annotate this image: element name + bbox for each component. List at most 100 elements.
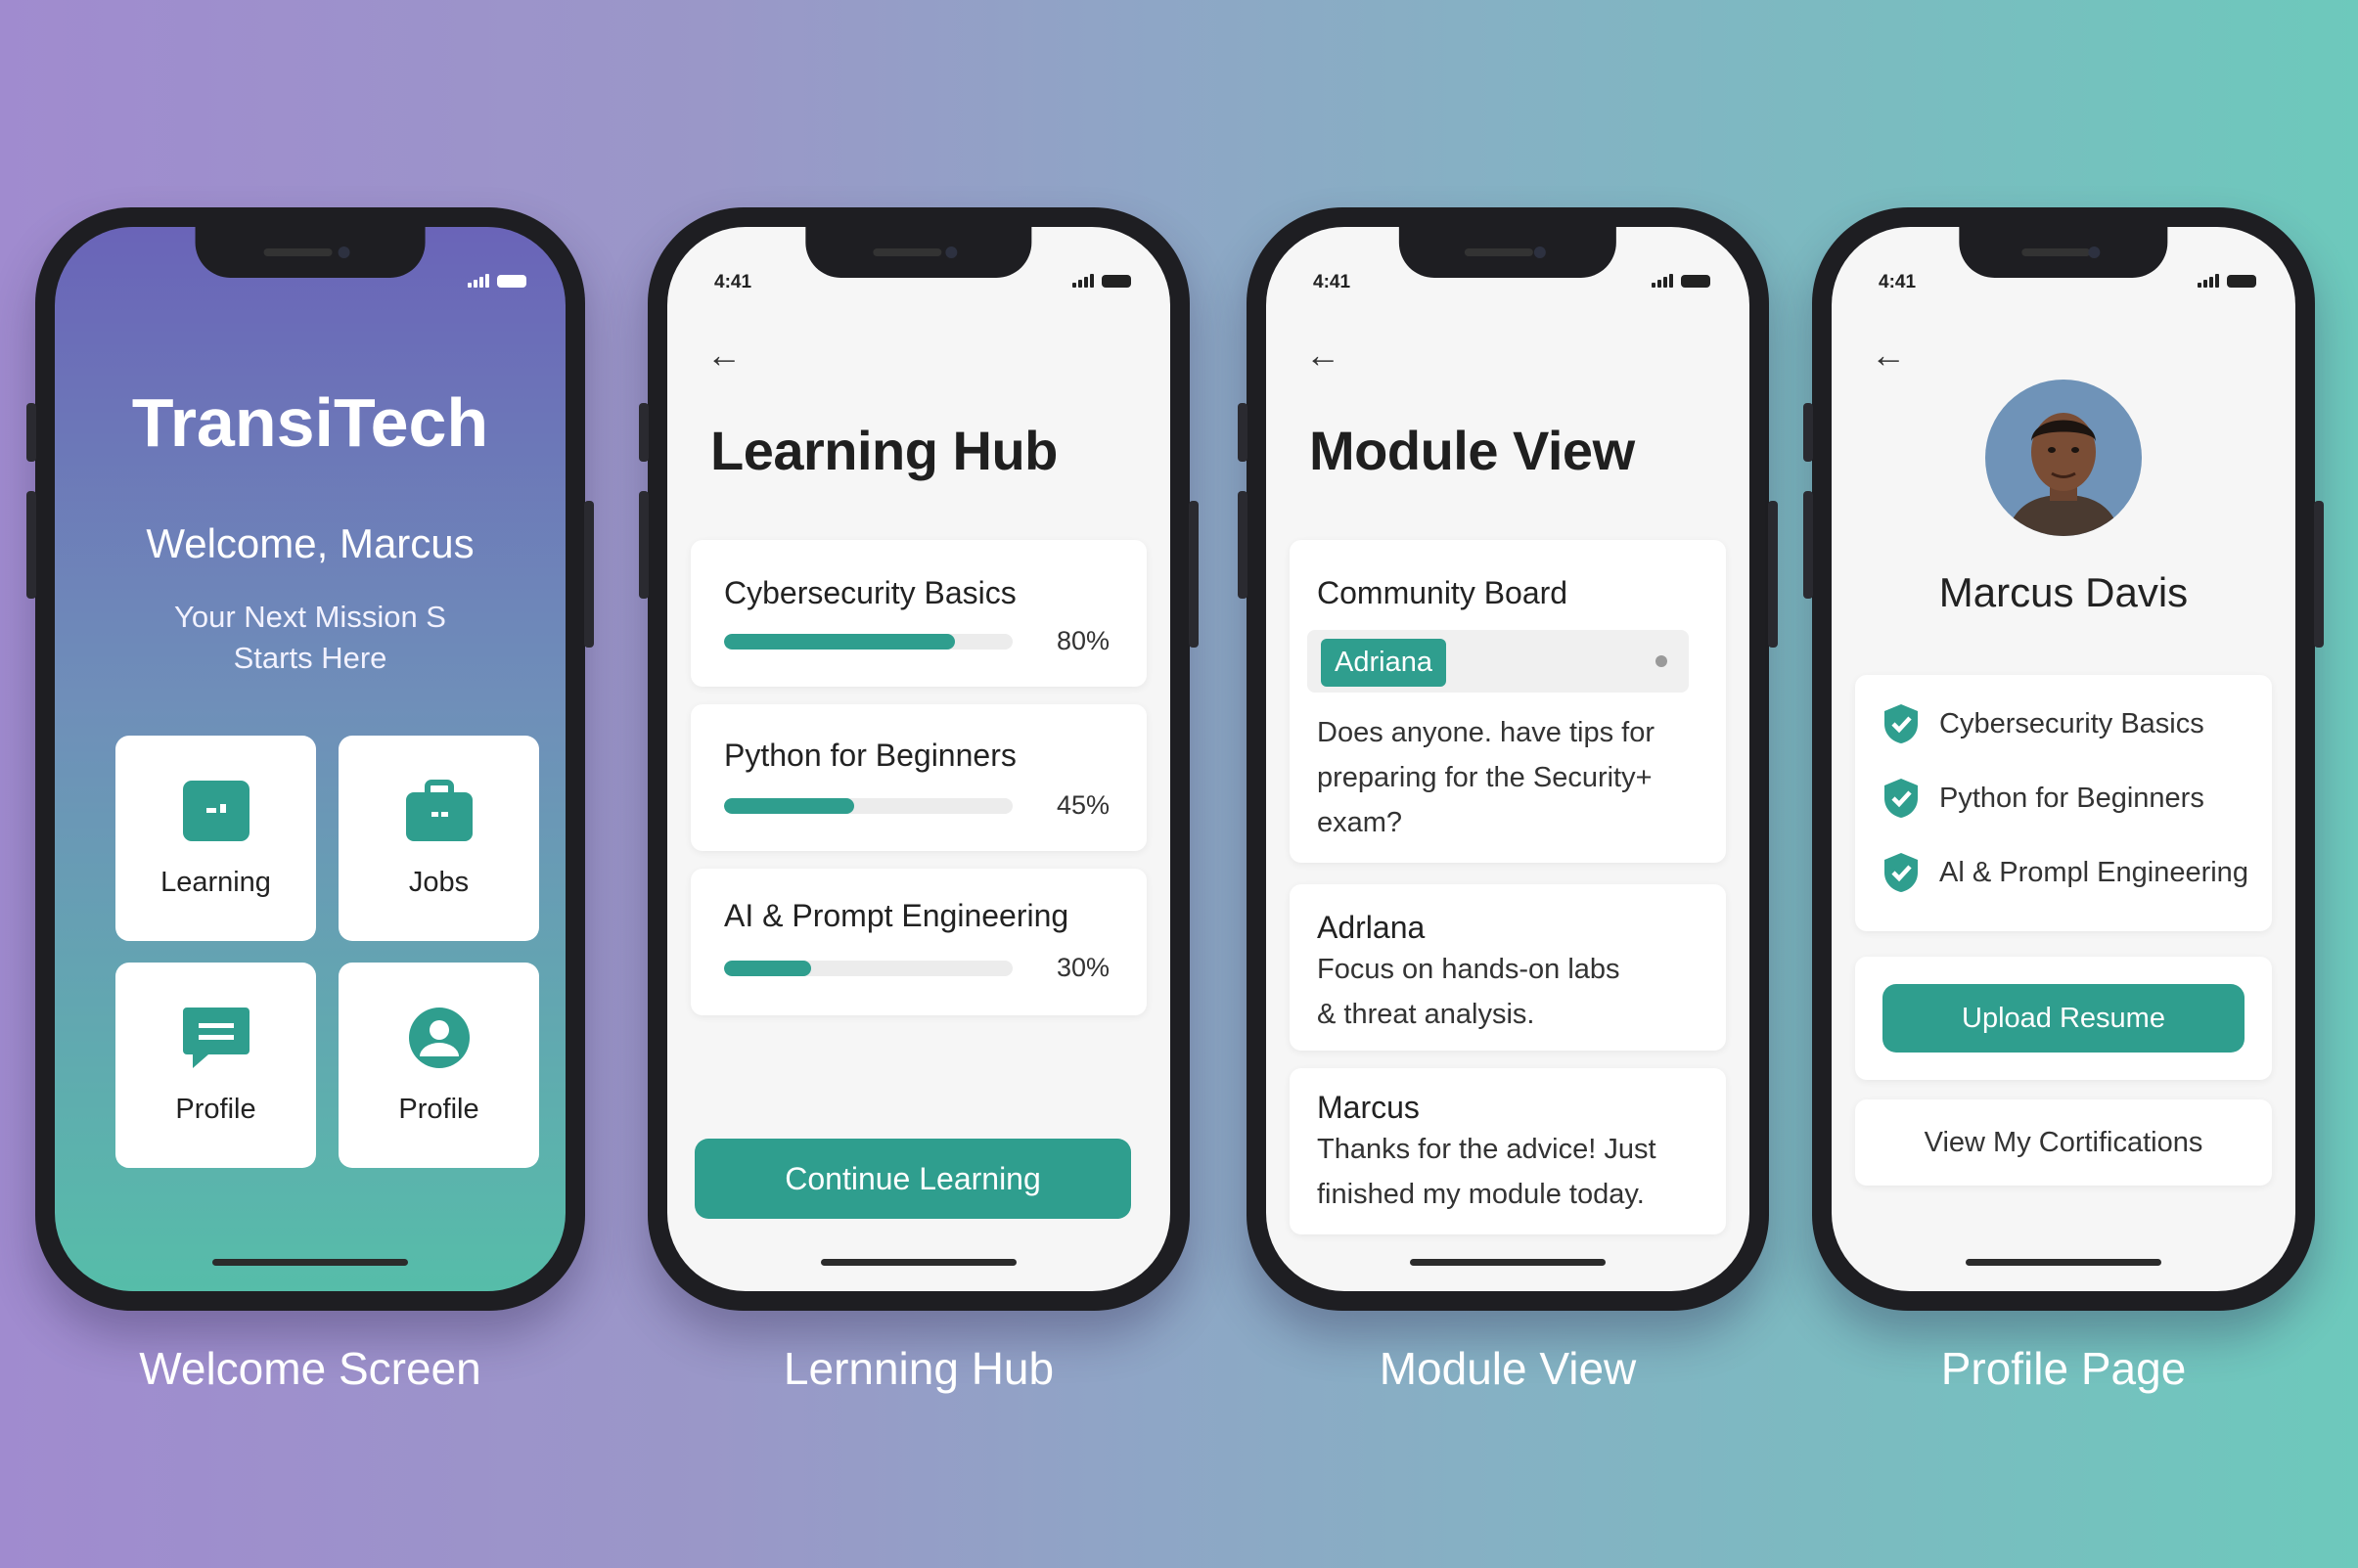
signal-icon	[468, 274, 489, 288]
profile-name: Marcus Davis	[1938, 569, 2189, 615]
status-icons	[468, 274, 526, 288]
course-title: Cybersecurity Basics	[724, 575, 1017, 610]
progress-fill	[724, 961, 811, 976]
battery-icon	[2227, 275, 2256, 288]
avatar	[1985, 380, 2142, 536]
phone-module-view: 4:41 ← Module View Community Board Adria…	[1238, 207, 1778, 1311]
caption-welcome-screen: Welcome Screen	[139, 1343, 481, 1394]
certification-label: Al & Prompl Engineering	[1939, 856, 2248, 888]
battery-icon	[1102, 275, 1131, 288]
camera	[945, 246, 958, 258]
speaker	[264, 248, 334, 256]
phone-learning-hub: 4:41 ← Learning Hub Cybersecurity Basics…	[639, 207, 1199, 1311]
back-arrow-icon[interactable]: ←	[1305, 335, 1340, 376]
tile-profile-chat[interactable]: Profile	[115, 963, 316, 1168]
certifications-card: Cybersecurity Basics Python for Beginner…	[1855, 675, 2272, 931]
post-chip-row[interactable]: Adriana	[1307, 630, 1689, 693]
welcome-screen: TransiTech Welcome, Marcus Your Next Mis…	[55, 227, 566, 1291]
progress-fill	[724, 798, 854, 814]
status-time: 4:41	[1313, 272, 1351, 292]
question-text: Does anyone. have tips for preparing for…	[1317, 717, 1655, 838]
speaker	[1464, 248, 1533, 256]
upload-resume-button[interactable]: Upload Resume	[1882, 984, 2245, 1053]
view-certifications-button[interactable]: View My Cortifications	[1855, 1099, 2272, 1186]
side-button	[584, 501, 594, 648]
monitor-icon	[182, 780, 249, 841]
tile-profile-user[interactable]: Profile	[339, 963, 539, 1168]
tile-jobs[interactable]: Jobs	[339, 736, 539, 941]
reply-text: Focus on hands-on labs & threat analysis…	[1317, 954, 1620, 1030]
certification-label: Python for Beginners	[1939, 782, 2204, 814]
course-card[interactable]: Cybersecurity Basics 80%	[691, 540, 1147, 687]
speaker	[873, 248, 942, 256]
author-chip: Adriana	[1321, 639, 1446, 687]
continue-learning-button[interactable]: Continue Learning	[695, 1139, 1131, 1219]
course-title: AI & Prompt Engineering	[724, 898, 1069, 933]
course-card[interactable]: AI & Prompt Engineering 30%	[691, 869, 1147, 1015]
page-title: Learning Hub	[710, 420, 1058, 481]
tile-learning[interactable]: Learning	[115, 736, 316, 941]
status-time: 4:41	[1879, 272, 1917, 292]
progress-percent: 45%	[1056, 790, 1110, 820]
board-title: Community Board	[1317, 575, 1568, 610]
speaker	[2021, 248, 2091, 256]
progress-bar	[724, 634, 1013, 650]
back-arrow-icon[interactable]: ←	[706, 335, 742, 376]
profile-screen: 4:41 ← Marcus Davis Cybersecurity Basics…	[1832, 227, 2295, 1291]
certification-item: Al & Prompl Engineering	[1882, 851, 2248, 894]
shield-check-icon	[1884, 853, 1918, 892]
welcome-subtitle: Your Next Mission S Starts Here	[174, 600, 446, 675]
tile-label: Profile	[398, 1093, 479, 1125]
caption-learning-hub: Lernning Hub	[783, 1343, 1055, 1394]
notch	[1398, 227, 1617, 278]
progress-percent: 80%	[1056, 626, 1110, 655]
signal-icon	[2198, 274, 2219, 288]
course-card[interactable]: Python for Beginners 45%	[691, 704, 1147, 851]
reply-text: Thanks for the advice! Just finished my …	[1317, 1134, 1656, 1210]
notch	[195, 227, 426, 278]
notch	[1959, 227, 2168, 278]
progress-bar	[724, 798, 1013, 814]
side-button	[1768, 501, 1778, 648]
reply-author: Marcus	[1317, 1090, 1420, 1125]
side-button	[2314, 501, 2324, 648]
signal-icon	[1652, 274, 1673, 288]
page-title: Module View	[1309, 420, 1635, 481]
status-time: 4:41	[714, 272, 752, 292]
dot-icon	[1655, 655, 1667, 667]
user-icon	[408, 1007, 470, 1068]
battery-icon	[497, 275, 526, 288]
tile-label: Jobs	[408, 866, 470, 898]
welcome-greeting: Welcome, Marcus	[146, 520, 475, 566]
upload-card: Upload Resume	[1855, 957, 2272, 1080]
progress-fill	[724, 634, 955, 650]
certification-item: Cybersecurity Basics	[1882, 702, 2204, 745]
reply-author: Adrlana	[1317, 910, 1426, 945]
home-indicator	[1410, 1259, 1606, 1266]
shield-check-icon	[1884, 779, 1918, 818]
learning-hub-screen: 4:41 ← Learning Hub Cybersecurity Basics…	[667, 227, 1170, 1291]
status-icons	[2198, 274, 2256, 288]
battery-icon	[1681, 275, 1710, 288]
camera	[338, 246, 350, 258]
home-indicator	[212, 1259, 408, 1266]
module-view-screen: 4:41 ← Module View Community Board Adria…	[1266, 227, 1749, 1291]
reply-card: Marcus Thanks for the advice! Just finis…	[1290, 1068, 1726, 1234]
caption-profile-page: Profile Page	[1940, 1343, 2187, 1394]
course-title: Python for Beginners	[724, 738, 1017, 773]
home-indicator	[1966, 1259, 2161, 1266]
progress-percent: 30%	[1056, 953, 1110, 982]
back-arrow-icon[interactable]: ←	[1871, 335, 1906, 376]
signal-icon	[1072, 274, 1094, 288]
home-indicator	[821, 1259, 1017, 1266]
briefcase-icon	[405, 779, 473, 841]
status-icons	[1652, 274, 1710, 288]
phone-profile: 4:41 ← Marcus Davis Cybersecurity Basics…	[1803, 207, 2324, 1311]
status-icons	[1072, 274, 1131, 288]
app-title: TransiTech	[131, 384, 489, 461]
community-board-card: Community Board Adriana Does anyone. hav…	[1290, 540, 1726, 863]
tile-label: Profile	[175, 1093, 256, 1125]
chat-icon	[182, 1007, 249, 1068]
notch	[805, 227, 1032, 278]
view-certifications-label: View My Cortifications	[1924, 1126, 2203, 1158]
